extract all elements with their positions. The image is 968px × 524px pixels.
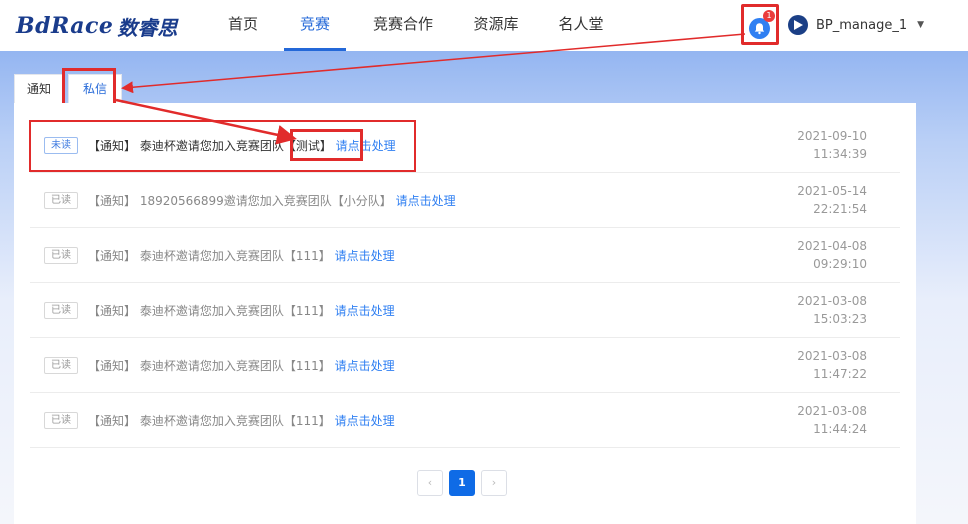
message-row: 已读 【通知】 泰迪杯邀请您加入竞赛团队【111】 请点击处理 2021-03-… <box>30 339 900 393</box>
message-timestamp: 2021-03-08 15:03:23 <box>797 292 867 328</box>
logo-text: BdRace <box>16 13 114 39</box>
top-navbar: BdRace 数睿思 首页 竞赛 竞赛合作 资源库 名人堂 1 BP_manag… <box>0 0 968 51</box>
message-text: 【通知】 泰迪杯邀请您加入竞赛团队【111】 <box>88 249 331 263</box>
message-timestamp: 2021-03-08 11:47:22 <box>797 347 867 383</box>
nav-resources[interactable]: 资源库 <box>468 0 524 51</box>
message-date: 2021-04-08 <box>797 239 867 253</box>
next-page-button[interactable]: › <box>481 470 507 496</box>
status-badge: 已读 <box>44 357 78 374</box>
nav-hall-of-fame[interactable]: 名人堂 <box>552 0 610 51</box>
message-time: 11:34:39 <box>813 147 867 161</box>
message-text-wrap: 【通知】 泰迪杯邀请您加入竞赛团队【111】 请点击处理 <box>88 357 395 375</box>
process-link[interactable]: 请点击处理 <box>335 249 395 263</box>
message-date: 2021-03-08 <box>797 404 867 418</box>
link-highlight-box <box>290 129 363 161</box>
pagination: ‹ 1 › <box>414 470 510 496</box>
message-date: 2021-05-14 <box>797 184 867 198</box>
process-link[interactable]: 请点击处理 <box>396 194 456 208</box>
caret-down-icon: ▼ <box>917 20 925 30</box>
message-time: 09:29:10 <box>813 257 867 271</box>
message-timestamp: 2021-03-08 11:44:24 <box>797 402 867 438</box>
status-badge: 已读 <box>44 247 78 264</box>
status-badge: 已读 <box>44 302 78 319</box>
message-time: 15:03:23 <box>813 312 867 326</box>
user-menu[interactable]: BP_manage_1 ▼ <box>788 13 924 37</box>
avatar <box>788 15 808 35</box>
nav-competition[interactable]: 竞赛 <box>284 0 346 51</box>
nav-competition-cooperation[interactable]: 竞赛合作 <box>366 0 440 51</box>
message-date: 2021-03-08 <box>797 294 867 308</box>
process-link[interactable]: 请点击处理 <box>335 414 395 428</box>
status-badge: 已读 <box>44 192 78 209</box>
message-row: 已读 【通知】 18920566899邀请您加入竞赛团队【小分队】 请点击处理 … <box>30 174 900 228</box>
nav-home[interactable]: 首页 <box>222 0 264 51</box>
message-timestamp: 2021-05-14 22:21:54 <box>797 182 867 218</box>
message-row: 已读 【通知】 泰迪杯邀请您加入竞赛团队【111】 请点击处理 2021-04-… <box>30 229 900 283</box>
page-1-button[interactable]: 1 <box>449 470 475 496</box>
tab-highlight-box <box>62 68 116 108</box>
message-text-wrap: 【通知】 泰迪杯邀请您加入竞赛团队【111】 请点击处理 <box>88 302 395 320</box>
username: BP_manage_1 <box>816 17 908 33</box>
prev-page-button[interactable]: ‹ <box>417 470 443 496</box>
site-logo[interactable]: BdRace 数睿思 <box>16 11 177 41</box>
message-text: 【通知】 18920566899邀请您加入竞赛团队【小分队】 <box>88 194 392 208</box>
message-row: 已读 【通知】 泰迪杯邀请您加入竞赛团队【111】 请点击处理 2021-03-… <box>30 284 900 338</box>
tab-notifications[interactable]: 通知 <box>14 74 65 104</box>
notification-button[interactable]: 1 <box>741 4 779 45</box>
message-timestamp: 2021-04-08 09:29:10 <box>797 237 867 273</box>
message-text: 【通知】 泰迪杯邀请您加入竞赛团队【111】 <box>88 414 331 428</box>
message-time: 22:21:54 <box>813 202 867 216</box>
message-time: 11:44:24 <box>813 422 867 436</box>
message-text: 【通知】 泰迪杯邀请您加入竞赛团队【111】 <box>88 304 331 318</box>
message-text-wrap: 【通知】 18920566899邀请您加入竞赛团队【小分队】 请点击处理 <box>88 192 456 210</box>
notification-count-badge: 1 <box>763 10 775 22</box>
message-date: 2021-03-08 <box>797 349 867 363</box>
message-date: 2021-09-10 <box>797 129 867 143</box>
logo-chinese-text: 数睿思 <box>117 15 178 40</box>
message-text: 【通知】 泰迪杯邀请您加入竞赛团队【111】 <box>88 359 331 373</box>
process-link[interactable]: 请点击处理 <box>335 304 395 318</box>
message-timestamp: 2021-09-10 11:34:39 <box>797 127 867 163</box>
message-text-wrap: 【通知】 泰迪杯邀请您加入竞赛团队【111】 请点击处理 <box>88 247 395 265</box>
status-badge: 已读 <box>44 412 78 429</box>
process-link[interactable]: 请点击处理 <box>335 359 395 373</box>
message-text-wrap: 【通知】 泰迪杯邀请您加入竞赛团队【111】 请点击处理 <box>88 412 395 430</box>
message-time: 11:47:22 <box>813 367 867 381</box>
message-row: 已读 【通知】 泰迪杯邀请您加入竞赛团队【111】 请点击处理 2021-03-… <box>30 394 900 448</box>
